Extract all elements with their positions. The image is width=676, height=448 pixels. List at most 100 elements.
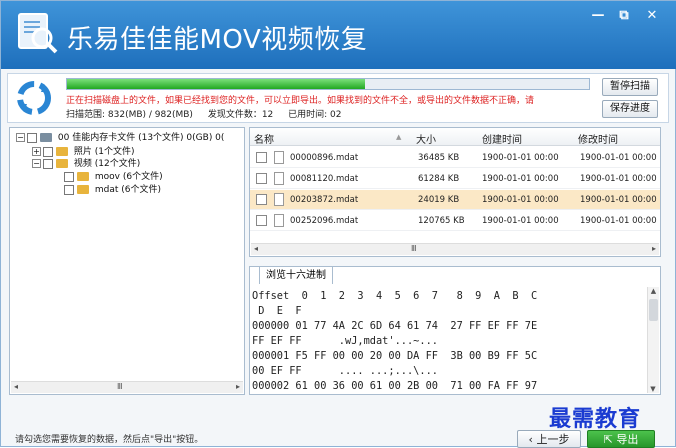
hex-dump: Offset 0 1 2 3 4 5 6 7 8 9 A B C D E F 00…: [252, 289, 644, 394]
hex-view-panel: Offset 0 1 2 3 4 5 6 7 8 9 A B C D E F 00…: [249, 266, 661, 395]
tree-item-label: 视频: [73, 159, 92, 169]
tab-hex-view[interactable]: 浏览十六进制: [259, 266, 333, 284]
file-name: 00252096.mdat: [290, 216, 359, 226]
tree-checkbox[interactable]: [64, 184, 74, 195]
hex-line: D E F: [252, 305, 302, 317]
file-created: 1900-01-01 00:00: [482, 153, 559, 163]
scroll-down-arrow-icon[interactable]: ▼: [648, 385, 658, 393]
tree-item-video[interactable]: − 视频 (12个文件): [32, 158, 140, 170]
hex-line: 000001 F5 FF 00 00 20 00 DA FF 3B 00 B9 …: [252, 350, 538, 362]
file-created: 1900-01-01 00:00: [482, 174, 559, 184]
tree-root-prefix: 00: [57, 133, 70, 143]
scroll-right-arrow-icon[interactable]: ▸: [236, 382, 240, 391]
folder-icon: [56, 159, 68, 168]
table-row[interactable]: 00000896.mdat 36485 KB 1900-01-01 00:00 190…: [250, 148, 660, 168]
hex-line: Offset 0 1 2 3 4 5 6 7 8 9 A B C: [252, 290, 538, 302]
expand-icon[interactable]: +: [32, 147, 41, 156]
hex-line: 000000 01 77 4A 2C 6D 64 61 74 27 FF EF …: [252, 320, 538, 332]
tree-root-label: 佳能内存卡文件: [72, 133, 136, 143]
folder-tree: − 00 佳能内存卡文件 (13个文件) 0(GB) 0( + 照片 (1个文件…: [9, 127, 245, 395]
watermark-text: 最需教育: [549, 406, 642, 432]
column-header-size[interactable]: 大小: [416, 131, 436, 146]
folder-icon: [77, 185, 89, 194]
row-checkbox[interactable]: [256, 152, 267, 163]
tree-item-label: mdat: [94, 185, 119, 195]
hex-line: 00 EF FF .... ...;...\...: [252, 365, 438, 377]
scan-progress-bar: [66, 78, 590, 90]
tree-checkbox[interactable]: [64, 171, 74, 182]
tree-root[interactable]: − 00 佳能内存卡文件 (13个文件) 0(GB) 0(: [16, 132, 224, 144]
drive-icon: [40, 133, 52, 142]
collapse-icon[interactable]: −: [32, 159, 41, 168]
app-title: 乐易佳佳能MOV视频恢复: [67, 25, 368, 55]
column-header-name[interactable]: 名称: [254, 131, 274, 146]
scroll-up-arrow-icon[interactable]: ▲: [648, 287, 659, 295]
restore-button[interactable]: ⧉: [613, 7, 635, 25]
tree-item-moov[interactable]: moov (6个文件): [64, 171, 163, 183]
scan-range-label: 扫描范围: 832(MB) / 982(MB): [66, 110, 193, 120]
file-list-header: 名称 ▲ 大小 创建时间 修改时间: [250, 128, 660, 146]
elapsed-time-label: 已用时间: 02: [288, 110, 342, 120]
scroll-thumb-grip[interactable]: Ⅲ: [117, 382, 123, 391]
folder-icon: [77, 172, 89, 181]
tree-horizontal-scrollbar[interactable]: ◂ Ⅲ ▸: [11, 381, 243, 393]
app-window: 乐易佳佳能MOV视频恢复 — ⧉ ✕ 正在扫描磁盘上的文件，如果已经找到您的文件…: [0, 0, 676, 448]
sort-arrow-icon[interactable]: ▲: [396, 133, 401, 141]
tree-item-info: (6个文件): [122, 172, 163, 182]
scroll-thumb-grip[interactable]: Ⅲ: [411, 244, 417, 253]
file-list-table: 名称 ▲ 大小 创建时间 修改时间 00000896.mdat 36485 KB 1…: [249, 127, 661, 257]
tree-checkbox[interactable]: [43, 146, 53, 157]
file-size: 24019 KB: [418, 195, 460, 205]
file-modified: 1900-01-01 00:00: [580, 174, 657, 184]
tree-item-info: (1个文件): [94, 147, 135, 157]
scroll-right-arrow-icon[interactable]: ▸: [652, 244, 656, 253]
hex-vertical-scrollbar[interactable]: ▲ ▼: [647, 287, 659, 393]
hex-line: FF EF FF .wJ,mdat'...~...: [252, 335, 438, 347]
scroll-left-arrow-icon[interactable]: ◂: [14, 382, 18, 391]
minimize-button[interactable]: —: [587, 7, 609, 25]
title-bar: 乐易佳佳能MOV视频恢复 — ⧉ ✕: [1, 1, 676, 69]
back-button-label: 上一步: [536, 433, 570, 446]
pause-scan-button[interactable]: 暂停扫描: [602, 78, 658, 96]
file-created: 1900-01-01 00:00: [482, 195, 559, 205]
column-header-modified[interactable]: 修改时间: [578, 131, 618, 146]
file-name: 00203872.mdat: [290, 195, 359, 205]
file-name: 00081120.mdat: [290, 174, 359, 184]
file-modified: 1900-01-01 00:00: [580, 153, 657, 163]
file-name: 00000896.mdat: [290, 153, 359, 163]
export-button-label: 导出: [616, 433, 639, 446]
scan-warning-text: 正在扫描磁盘上的文件，如果已经找到您的文件，可以立即导出。如果找到的文件不全，或…: [66, 96, 535, 106]
tree-item-photos[interactable]: + 照片 (1个文件): [32, 146, 135, 158]
tree-item-info: (6个文件): [121, 185, 162, 195]
file-icon: [274, 172, 284, 185]
scan-status-panel: 正在扫描磁盘上的文件，如果已经找到您的文件，可以立即导出。如果找到的文件不全，或…: [7, 73, 669, 123]
tree-item-mdat[interactable]: mdat (6个文件): [64, 184, 161, 196]
save-progress-button[interactable]: 保存进度: [602, 100, 658, 118]
tree-item-label: 照片: [73, 147, 92, 157]
table-row[interactable]: 00203872.mdat 24019 KB 1900-01-01 00:00 190…: [250, 190, 660, 210]
file-icon: [274, 193, 284, 206]
tree-checkbox[interactable]: [43, 158, 53, 169]
found-files-label: 发现文件数：12: [207, 110, 274, 120]
close-button[interactable]: ✕: [641, 7, 663, 25]
file-size: 36485 KB: [418, 153, 460, 163]
tree-checkbox[interactable]: [27, 132, 37, 143]
collapse-icon[interactable]: −: [16, 133, 25, 142]
file-created: 1900-01-01 00:00: [482, 216, 559, 226]
scanning-refresh-icon: [17, 81, 51, 115]
row-checkbox[interactable]: [256, 194, 267, 205]
scroll-thumb[interactable]: [649, 299, 658, 321]
file-list-horizontal-scrollbar[interactable]: ◂ Ⅲ ▸: [251, 243, 659, 255]
row-checkbox[interactable]: [256, 173, 267, 184]
hex-line: 000002 61 00 36 00 61 00 2B 00 71 00 FA …: [252, 380, 538, 392]
file-icon: [274, 214, 284, 227]
scroll-left-arrow-icon[interactable]: ◂: [254, 244, 258, 253]
file-size: 120765 KB: [418, 216, 465, 226]
table-row[interactable]: 00252096.mdat 120765 KB 1900-01-01 00:00 19…: [250, 211, 660, 231]
table-row[interactable]: 00081120.mdat 61284 KB 1900-01-01 00:00 190…: [250, 169, 660, 189]
column-header-created[interactable]: 创建时间: [482, 131, 522, 146]
status-hint: 请勾选您需要恢复的数据，然后点"导出"按钮。: [15, 435, 204, 445]
file-icon: [274, 151, 284, 164]
row-checkbox[interactable]: [256, 215, 267, 226]
file-size: 61284 KB: [418, 174, 460, 184]
